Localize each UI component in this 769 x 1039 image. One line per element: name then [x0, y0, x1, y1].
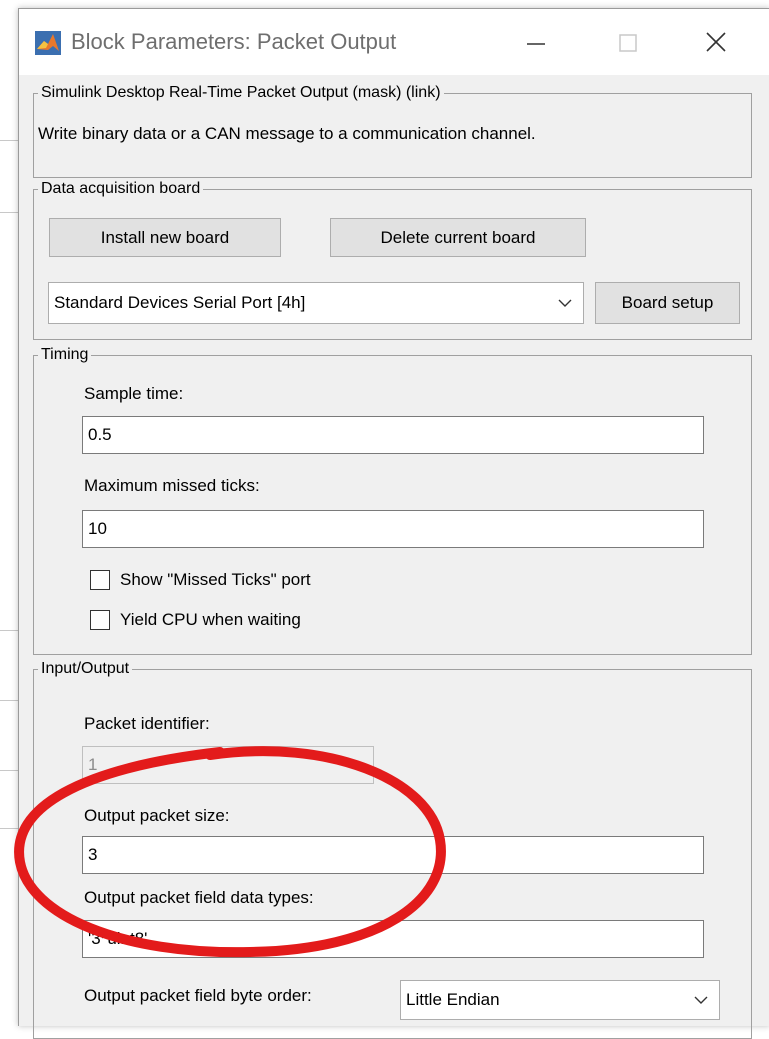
byte-order-label: Output packet field byte order: [84, 986, 312, 1005]
field-data-types-label: Output packet field data types: [84, 888, 314, 907]
max-missed-ticks-input[interactable]: 10 [82, 510, 704, 548]
board-select[interactable]: Standard Devices Serial Port [4h] [48, 282, 584, 324]
bg-line [0, 140, 18, 141]
yield-cpu-checkbox-row[interactable]: Yield CPU when waiting [90, 610, 301, 630]
bg-line [0, 700, 18, 701]
block-parameters-dialog: Block Parameters: Packet Output Simulink… [18, 8, 769, 1039]
yield-cpu-checkbox[interactable] [90, 610, 110, 630]
max-missed-ticks-label: Maximum missed ticks: [84, 476, 260, 495]
show-missed-ticks-label: Show "Missed Ticks" port [120, 570, 311, 589]
board-select-value: Standard Devices Serial Port [4h] [54, 293, 306, 312]
yield-cpu-label: Yield CPU when waiting [120, 610, 301, 629]
timing-group: Timing Sample time: 0.5 Maximum missed t… [33, 345, 752, 655]
sample-time-label: Sample time: [84, 384, 184, 403]
output-packet-size-input[interactable]: 3 [82, 836, 704, 874]
delete-current-board-button[interactable]: Delete current board [330, 218, 586, 257]
show-missed-ticks-checkbox-row[interactable]: Show "Missed Ticks" port [90, 570, 311, 590]
input-output-group: Input/Output Packet identifier: 1 Output… [33, 659, 752, 1039]
close-icon[interactable] [693, 23, 739, 63]
byte-order-value: Little Endian [406, 990, 500, 1009]
field-data-types-input[interactable]: '3*uint8' [82, 920, 704, 958]
group-label: Simulink Desktop Real-Time Packet Output… [38, 83, 444, 103]
sample-time-input[interactable]: 0.5 [82, 416, 704, 454]
board-setup-button[interactable]: Board setup [595, 282, 740, 324]
show-missed-ticks-checkbox[interactable] [90, 570, 110, 590]
bg-line [0, 770, 18, 771]
chevron-down-icon[interactable] [547, 283, 583, 323]
packet-identifier-input: 1 [82, 746, 374, 784]
description-text: Write binary data or a CAN message to a … [38, 124, 536, 143]
chevron-down-icon[interactable] [683, 981, 719, 1019]
title-bar[interactable]: Block Parameters: Packet Output [19, 9, 769, 75]
description-group: Simulink Desktop Real-Time Packet Output… [33, 83, 752, 178]
group-label: Input/Output [38, 659, 133, 679]
bg-line [0, 828, 18, 829]
bg-line [0, 212, 18, 213]
minimize-icon[interactable] [513, 23, 559, 63]
install-new-board-button[interactable]: Install new board [49, 218, 281, 257]
window-title: Block Parameters: Packet Output [71, 29, 397, 54]
data-acquisition-board-group: Data acquisition board Install new board… [33, 179, 752, 340]
byte-order-select[interactable]: Little Endian [400, 980, 720, 1020]
matlab-logo-icon [35, 31, 61, 55]
output-packet-size-label: Output packet size: [84, 806, 230, 825]
maximize-icon[interactable] [605, 23, 651, 63]
group-label: Data acquisition board [38, 179, 204, 199]
group-label: Timing [38, 345, 92, 365]
packet-identifier-label: Packet identifier: [84, 714, 210, 733]
bg-line [0, 630, 18, 631]
